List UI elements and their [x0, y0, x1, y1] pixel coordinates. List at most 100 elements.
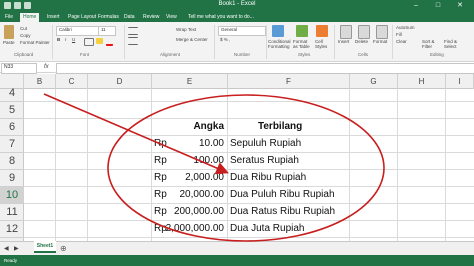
tell-me-search[interactable]: Tell me what you want to do... [185, 13, 257, 22]
column-header-h[interactable]: H [398, 74, 446, 89]
formula-bar: N33 fx [0, 62, 474, 74]
tab-page-layout[interactable]: Page Layout [65, 13, 99, 22]
sheet-tab-sheet1[interactable]: Sheet1 [34, 241, 56, 253]
find-select-button[interactable]: Find & Select [444, 39, 464, 49]
clear-button[interactable]: Clear [396, 39, 407, 44]
grid-line [24, 101, 474, 102]
paste-icon[interactable] [4, 25, 14, 39]
conditional-formatting-icon[interactable] [272, 25, 284, 37]
header-terbilang[interactable]: Terbilang [258, 118, 302, 135]
group-divider [266, 25, 267, 59]
accounting-format-icon[interactable]: $ % , [220, 37, 230, 42]
fill-button[interactable]: Fill [396, 32, 402, 37]
tab-view[interactable]: View [163, 13, 180, 22]
column-header-e[interactable]: E [152, 74, 228, 89]
delete-cells-icon[interactable] [358, 25, 370, 39]
bold-icon[interactable]: B [57, 37, 60, 42]
align-left-icon[interactable] [128, 37, 138, 45]
formula-input[interactable] [56, 63, 474, 74]
fill-color-icon[interactable] [96, 38, 103, 44]
copy-button[interactable]: Copy [20, 33, 31, 38]
autosum-button[interactable]: AutoSum [396, 25, 415, 30]
sheet-scroll-right-icon[interactable]: ▶ [14, 245, 19, 252]
group-divider [334, 25, 335, 59]
close-icon[interactable]: ✕ [452, 1, 468, 11]
status-bar: Ready [0, 255, 474, 266]
amount-cell[interactable]: 200,000.00 [164, 203, 224, 220]
number-format-select[interactable]: General [218, 26, 266, 36]
cut-button[interactable]: Cut [20, 26, 27, 31]
format-as-table-icon[interactable] [296, 25, 308, 37]
ribbon: Paste Cut Copy Format Painter Clipboard … [0, 22, 474, 62]
maximize-icon[interactable]: □ [430, 1, 446, 11]
row-header[interactable]: 8 [0, 153, 24, 170]
format-cells-icon[interactable] [376, 25, 388, 39]
terbilang-cell[interactable]: Dua Puluh Ribu Rupiah [230, 186, 335, 203]
column-header-g[interactable]: G [350, 74, 398, 89]
insert-cells-icon[interactable] [340, 25, 352, 39]
title-bar: Book1 - Excel – □ ✕ [0, 0, 474, 12]
merge-center-button[interactable]: Merge & Center [176, 37, 208, 42]
align-top-icon[interactable] [128, 27, 138, 35]
cell-grid[interactable]: Angka Terbilang Rp 10.00 Sepuluh Rupiah … [24, 89, 474, 241]
wrap-text-button[interactable]: Wrap Text [176, 27, 196, 32]
column-header-f[interactable]: F [228, 74, 350, 89]
tab-file[interactable]: File [2, 13, 16, 22]
format-painter-button[interactable]: Format Painter [20, 40, 50, 45]
tab-review[interactable]: Review [140, 13, 162, 22]
sort-filter-button[interactable]: Sort & Filter [422, 39, 440, 49]
underline-icon[interactable]: U [72, 37, 75, 42]
paste-label[interactable]: Paste [3, 40, 15, 45]
format-as-table-button[interactable]: Format as Table [293, 39, 313, 49]
row-header[interactable]: 12 [0, 221, 24, 238]
conditional-formatting-button[interactable]: Conditional Formatting [268, 39, 292, 49]
borders-icon[interactable] [84, 38, 94, 46]
grid-line [24, 237, 474, 238]
tab-data[interactable]: Data [121, 13, 138, 22]
row-header[interactable]: 4 [0, 85, 24, 102]
new-sheet-icon[interactable]: ⊕ [60, 244, 67, 253]
cell-styles-icon[interactable] [316, 25, 328, 37]
tab-insert[interactable]: Insert [44, 13, 63, 22]
insert-cells-button[interactable]: Insert [338, 39, 349, 44]
amount-cell[interactable]: 100.00 [164, 152, 224, 169]
tab-formulas[interactable]: Formulas [95, 13, 122, 22]
status-ready: Ready [4, 258, 18, 263]
row-header[interactable]: 9 [0, 170, 24, 187]
amount-cell[interactable]: 2,000,000.00 [164, 220, 224, 237]
group-divider [52, 25, 53, 59]
column-header-b[interactable]: B [24, 74, 56, 89]
terbilang-cell[interactable]: Seratus Rupiah [230, 152, 299, 169]
column-headers: B C D E F G H I [0, 74, 474, 89]
row-header[interactable]: 11 [0, 204, 24, 221]
italic-icon[interactable]: I [65, 37, 66, 42]
terbilang-cell[interactable]: Dua Juta Rupiah [230, 220, 305, 237]
amount-cell[interactable]: 20,000.00 [164, 186, 225, 203]
column-header-d[interactable]: D [88, 74, 152, 89]
header-angka[interactable]: Angka [154, 118, 224, 135]
column-header-c[interactable]: C [56, 74, 88, 89]
row-header[interactable]: 7 [0, 136, 24, 153]
font-name-select[interactable]: Calibri [56, 26, 100, 36]
name-box[interactable]: N33 [1, 63, 37, 74]
column-header-i[interactable]: I [446, 74, 474, 89]
amount-cell[interactable]: 2,000.00 [164, 169, 224, 186]
row-header[interactable]: 5 [0, 102, 24, 119]
fx-icon[interactable]: fx [44, 64, 49, 70]
delete-cells-button[interactable]: Delete [355, 39, 368, 44]
window-title: Book1 - Excel [218, 1, 256, 7]
row-header[interactable]: 6 [0, 119, 24, 136]
terbilang-cell[interactable]: Sepuluh Rupiah [230, 135, 301, 152]
grid-line [397, 89, 398, 241]
minimize-icon[interactable]: – [408, 1, 424, 11]
font-color-icon[interactable] [106, 38, 113, 46]
tab-home[interactable]: Home [20, 13, 40, 22]
amount-cell[interactable]: 10.00 [164, 135, 224, 152]
sheet-scroll-left-icon[interactable]: ◀ [4, 245, 9, 252]
terbilang-cell[interactable]: Dua Ribu Rupiah [230, 169, 306, 186]
format-cells-button[interactable]: Format [373, 39, 387, 44]
row-header-selected[interactable]: 10 [0, 187, 24, 204]
font-size-select[interactable]: 11 [98, 26, 116, 36]
cell-styles-button[interactable]: Cell Styles [315, 39, 331, 49]
terbilang-cell[interactable]: Dua Ratus Ribu Rupiah [230, 203, 335, 220]
